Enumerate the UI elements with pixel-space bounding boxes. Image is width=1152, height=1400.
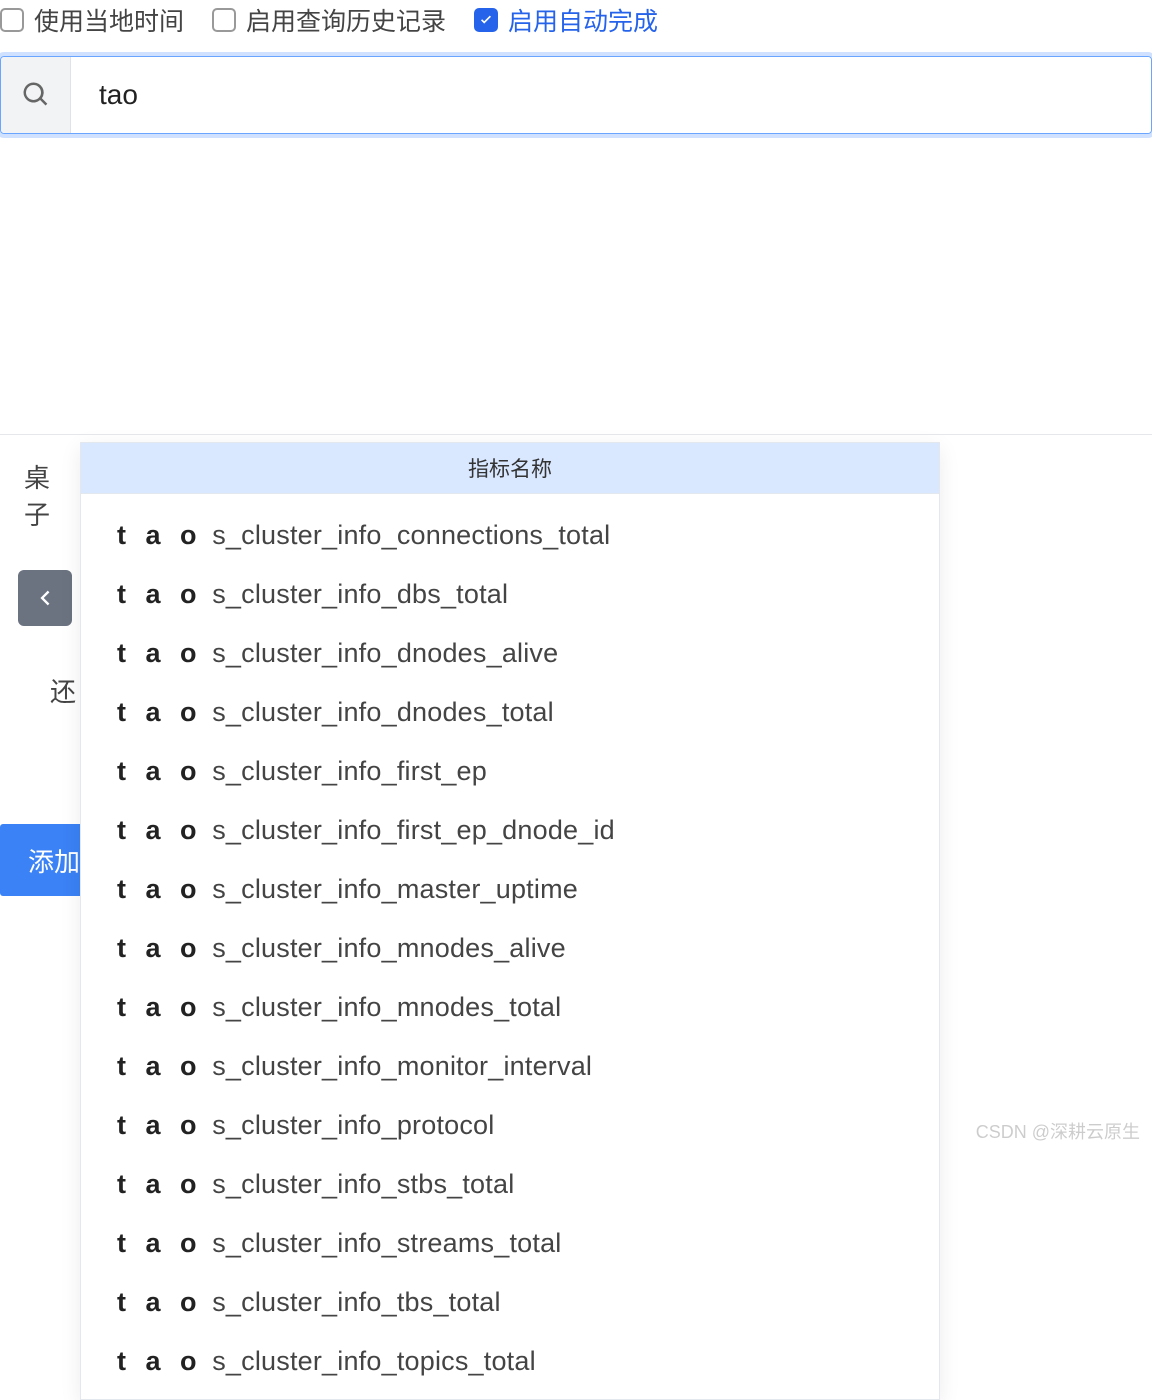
autocomplete-item[interactable]: t a o s_cluster_info_dnodes_alive bbox=[81, 624, 939, 683]
autocomplete-match-prefix: t a o bbox=[117, 992, 203, 1022]
autocomplete-item[interactable]: t a o s_cluster_info_protocol bbox=[81, 1096, 939, 1155]
autocomplete-item-rest: s_cluster_info_topics_total bbox=[205, 1346, 536, 1376]
autocomplete-header: 指标名称 bbox=[81, 443, 939, 494]
checkbox-box bbox=[474, 8, 498, 32]
autocomplete-item-rest: s_cluster_info_streams_total bbox=[205, 1228, 562, 1258]
autocomplete-match-prefix: t a o bbox=[117, 874, 203, 904]
text-more: 还 bbox=[0, 626, 85, 709]
autocomplete-item[interactable]: t a o s_cluster_info_first_ep_dnode_id bbox=[81, 801, 939, 860]
checkbox-box bbox=[212, 8, 236, 32]
autocomplete-item-rest: s_cluster_info_tbs_total bbox=[205, 1287, 501, 1317]
autocomplete-item-rest: s_cluster_info_protocol bbox=[205, 1110, 495, 1140]
autocomplete-dropdown: 指标名称 t a o s_cluster_info_connections_to… bbox=[80, 442, 940, 1400]
chevron-left-icon bbox=[34, 587, 56, 609]
autocomplete-match-prefix: t a o bbox=[117, 756, 203, 786]
autocomplete-item-rest: s_cluster_info_mnodes_alive bbox=[205, 933, 566, 963]
checkbox-label: 使用当地时间 bbox=[34, 2, 184, 38]
autocomplete-item-rest: s_cluster_info_dnodes_total bbox=[205, 697, 554, 727]
autocomplete-item[interactable]: t a o s_cluster_info_dbs_total bbox=[81, 565, 939, 624]
checkbox-label: 启用查询历史记录 bbox=[246, 2, 446, 38]
autocomplete-item-rest: s_cluster_info_dbs_total bbox=[205, 579, 509, 609]
autocomplete-item[interactable]: t a o s_cluster_info_mnodes_alive bbox=[81, 919, 939, 978]
collapse-button[interactable] bbox=[18, 570, 72, 626]
autocomplete-match-prefix: t a o bbox=[117, 815, 203, 845]
autocomplete-match-prefix: t a o bbox=[117, 1110, 203, 1140]
autocomplete-match-prefix: t a o bbox=[117, 1287, 203, 1317]
autocomplete-items: t a o s_cluster_info_connections_totalt … bbox=[81, 494, 939, 1399]
autocomplete-match-prefix: t a o bbox=[117, 579, 203, 609]
checkbox-enable-autocomplete[interactable]: 启用自动完成 bbox=[474, 2, 658, 38]
autocomplete-item[interactable]: t a o s_cluster_info_mnodes_total bbox=[81, 978, 939, 1037]
autocomplete-item-rest: s_cluster_info_master_uptime bbox=[205, 874, 578, 904]
autocomplete-match-prefix: t a o bbox=[117, 1228, 203, 1258]
autocomplete-item-rest: s_cluster_info_first_ep_dnode_id bbox=[205, 815, 615, 845]
checkbox-label: 启用自动完成 bbox=[508, 2, 658, 38]
autocomplete-match-prefix: t a o bbox=[117, 697, 203, 727]
autocomplete-item-rest: s_cluster_info_connections_total bbox=[205, 520, 611, 550]
search-icon bbox=[21, 80, 51, 110]
autocomplete-item[interactable]: t a o s_cluster_info_streams_total bbox=[81, 1214, 939, 1273]
checkbox-box bbox=[0, 8, 24, 32]
autocomplete-match-prefix: t a o bbox=[117, 638, 203, 668]
tab-table[interactable]: 桌子 bbox=[0, 434, 85, 556]
options-row: 使用当地时间 启用查询历史记录 启用自动完成 bbox=[0, 0, 1152, 56]
autocomplete-item[interactable]: t a o s_cluster_info_connections_total bbox=[81, 506, 939, 565]
checkbox-enable-history[interactable]: 启用查询历史记录 bbox=[212, 2, 446, 38]
autocomplete-item-rest: s_cluster_info_mnodes_total bbox=[205, 992, 562, 1022]
watermark: CSDN @深耕云原生 bbox=[976, 1118, 1140, 1144]
left-column: 桌子 还 bbox=[0, 434, 85, 709]
autocomplete-match-prefix: t a o bbox=[117, 1169, 203, 1199]
search-input[interactable] bbox=[71, 57, 1151, 133]
autocomplete-item-rest: s_cluster_info_first_ep bbox=[205, 756, 487, 786]
divider bbox=[0, 434, 1152, 435]
autocomplete-match-prefix: t a o bbox=[117, 520, 203, 550]
checkbox-use-local-time[interactable]: 使用当地时间 bbox=[0, 2, 184, 38]
autocomplete-item-rest: s_cluster_info_monitor_interval bbox=[205, 1051, 593, 1081]
autocomplete-match-prefix: t a o bbox=[117, 1346, 203, 1376]
autocomplete-item-rest: s_cluster_info_dnodes_alive bbox=[205, 638, 559, 668]
add-button-label: 添加 bbox=[28, 842, 80, 879]
autocomplete-item[interactable]: t a o s_cluster_info_dnodes_total bbox=[81, 683, 939, 742]
autocomplete-item[interactable]: t a o s_cluster_info_master_uptime bbox=[81, 860, 939, 919]
search-bar bbox=[0, 56, 1152, 134]
autocomplete-item[interactable]: t a o s_cluster_info_topics_total bbox=[81, 1332, 939, 1391]
search-button[interactable] bbox=[1, 57, 71, 133]
autocomplete-item-rest: s_cluster_info_stbs_total bbox=[205, 1169, 515, 1199]
autocomplete-item[interactable]: t a o s_cluster_info_monitor_interval bbox=[81, 1037, 939, 1096]
autocomplete-item[interactable]: t a o s_cluster_info_tbs_total bbox=[81, 1273, 939, 1332]
autocomplete-match-prefix: t a o bbox=[117, 933, 203, 963]
content-area: 桌子 还 添加 指标名称 t a o s_cluster_info_connec… bbox=[0, 434, 1152, 435]
autocomplete-item[interactable]: t a o s_cluster_info_stbs_total bbox=[81, 1155, 939, 1214]
autocomplete-match-prefix: t a o bbox=[117, 1051, 203, 1081]
autocomplete-item[interactable]: t a o s_cluster_info_first_ep bbox=[81, 742, 939, 801]
